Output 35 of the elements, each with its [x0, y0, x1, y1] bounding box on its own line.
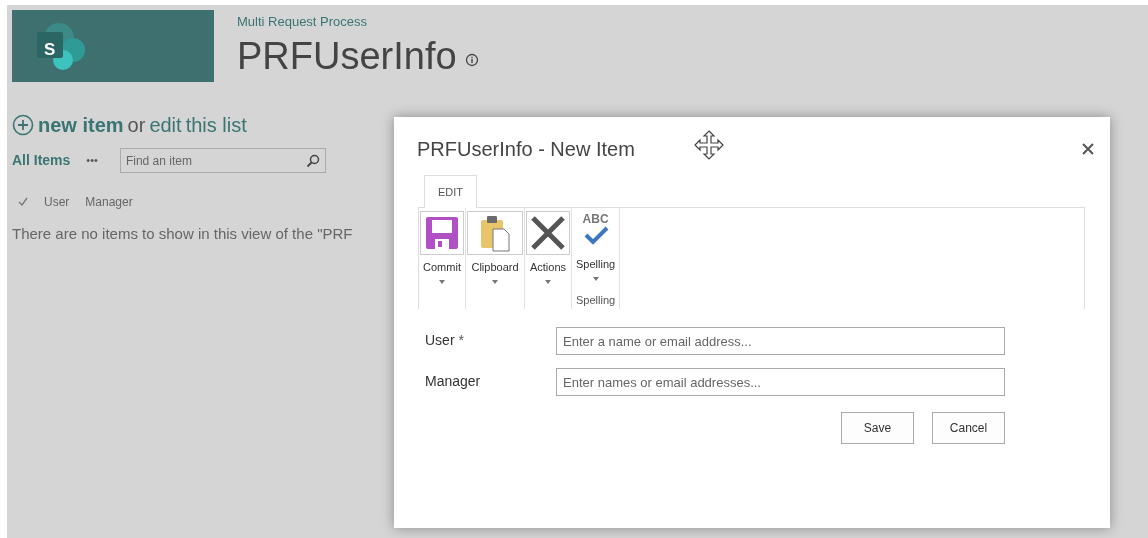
list-label: this list	[185, 113, 247, 137]
input-field[interactable]: Enter a name or email address...	[556, 327, 1005, 355]
close-icon[interactable]	[1082, 143, 1094, 155]
new-item-link[interactable]: new item	[38, 113, 124, 137]
ribbon-tab[interactable]: EDIT	[424, 175, 478, 208]
site-name[interactable]: Multi Request Process	[237, 14, 479, 30]
search-icon[interactable]	[305, 154, 320, 168]
logo-letter: S	[44, 39, 56, 61]
input-field[interactable]: Enter names or email addresses...	[556, 368, 1005, 396]
caret-icon	[492, 280, 498, 284]
more-button[interactable]: •••	[86, 152, 98, 169]
view-tab[interactable]: All Items	[12, 150, 71, 171]
edit-link[interactable]: edit	[149, 113, 182, 137]
search-field[interactable]: Find an item	[119, 148, 326, 173]
dialog-button[interactable]: Cancel	[932, 412, 1005, 444]
caret-icon	[592, 277, 599, 281]
caret-icon	[545, 280, 551, 284]
column-header[interactable]: Manager	[85, 193, 133, 211]
page-title: PRFUserInfo	[237, 34, 457, 78]
caret-icon	[439, 280, 445, 284]
field-label: User	[425, 331, 455, 350]
column-header[interactable]: User	[44, 193, 70, 211]
info-icon[interactable]	[464, 53, 479, 67]
group-label: Spelling	[576, 292, 616, 308]
ribbon-button[interactable]: ABC Spelling	[573, 211, 619, 281]
move-cursor-icon	[694, 130, 724, 160]
dialog-button[interactable]: Save	[841, 412, 914, 444]
icon-label: ABC	[582, 213, 609, 226]
check-icon[interactable]	[18, 197, 28, 207]
field-label: Manager	[425, 372, 482, 391]
required-mark: *	[458, 331, 464, 350]
or-label: or	[127, 113, 146, 137]
dialog-title: PRFUserInfo - New Item	[417, 137, 635, 161]
empty-message: There are no items to show in this view of the "PRF	[12, 224, 353, 244]
add-icon[interactable]	[12, 114, 34, 136]
